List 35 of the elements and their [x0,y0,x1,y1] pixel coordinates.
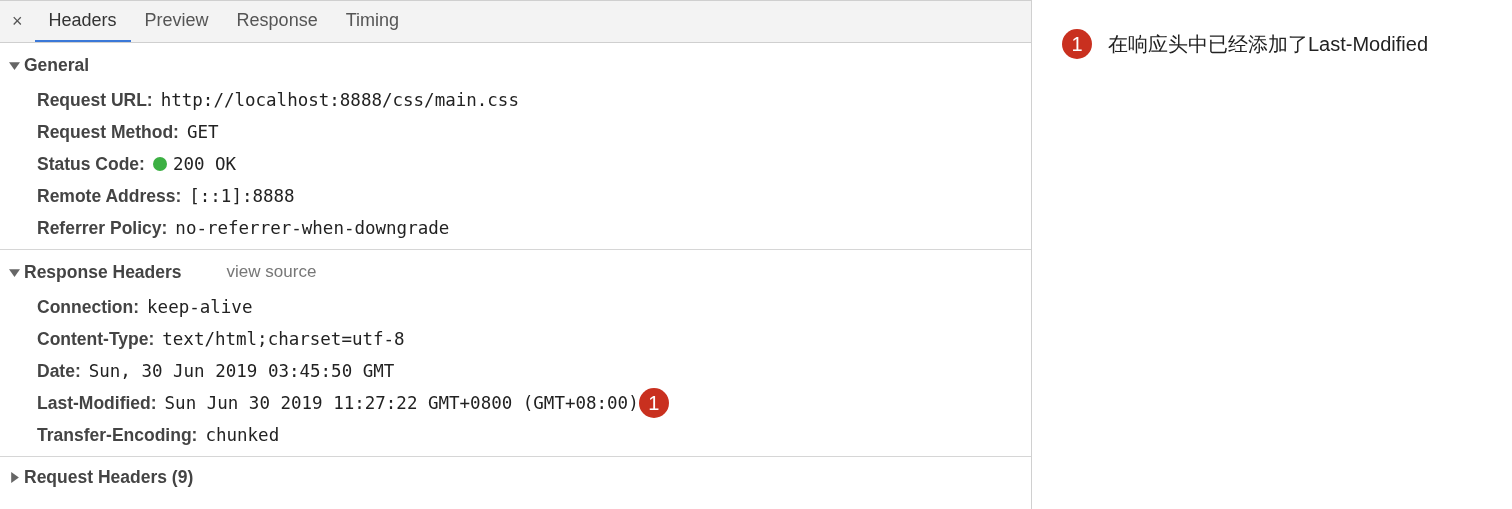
header-value: keep-alive [147,295,253,319]
tab[interactable]: Preview [130,1,223,42]
header-name: Request URL: [37,88,153,112]
annotation-text: 在响应头中已经添加了Last-Modified [1108,32,1429,57]
close-button[interactable]: × [0,1,35,42]
header-value: text/html;charset=utf-8 [162,327,405,351]
section-title[interactable]: Request Headers (9) [24,463,194,491]
header-name: Last-Modified: [37,391,157,415]
header-name: Referrer Policy: [37,216,168,240]
header-value: Sun Jun 30 2019 11:27:22 GMT+0800 (GMT+08:00) [164,391,639,415]
header-name: Connection: [37,295,140,319]
header-name: Date: [37,359,81,383]
tab[interactable]: Timing [331,1,413,42]
number-badge: 1 [1062,29,1092,59]
header-name: Status Code: [37,152,145,176]
section-title[interactable]: Response Headers [24,258,182,286]
header-value: [::1]:8888 [189,184,295,208]
header-value: Sun, 30 Jun 2019 03:45:50 GMT [88,359,395,383]
section-title[interactable]: General [24,51,90,79]
expanded-triangle-icon[interactable] [9,59,20,71]
tab[interactable]: Response [222,1,332,42]
header-value: GET [186,120,219,144]
header-value: no-referrer-when-downgrade [175,216,450,240]
header-value: http://localhost:8888/css/main.css [160,88,519,112]
header-name: Remote Address: [37,184,182,208]
header-name: Request Method: [37,120,179,144]
header-value: chunked [205,423,280,447]
header-name: Transfer-Encoding: [37,423,198,447]
header-name: Content-Type: [37,327,155,351]
view-source-link[interactable]: view source [226,259,317,285]
collapsed-triangle-icon[interactable] [9,471,20,483]
expanded-triangle-icon[interactable] [9,266,20,278]
number-badge: 1 [638,388,669,418]
tab[interactable]: Headers [34,1,131,42]
header-value: 200 OK [172,152,237,176]
